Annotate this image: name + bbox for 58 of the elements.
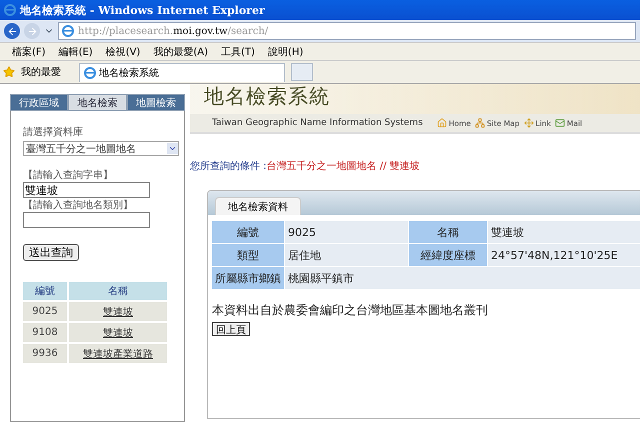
field-value: 9025 [285,221,408,243]
category-label: 【請輸入查詢地名類別】 [23,198,134,212]
back-page-button[interactable]: 回上頁 [212,322,250,336]
site-logo-text: 地名檢索系統 [203,84,331,108]
field-label: 編號 [212,221,284,243]
table-cell: 9025 [23,302,67,321]
arrows-icon [524,118,534,128]
database-label: 請選擇資料庫 [23,126,84,139]
result-link[interactable]: 雙連坡 [103,304,133,318]
sidebar-tab[interactable]: 地圖檢索 [126,94,185,111]
menu-item[interactable]: 說明(H) [268,44,304,58]
menu-item[interactable]: 工具(T) [221,44,255,58]
home-icon [436,118,447,128]
page-icon [62,25,74,37]
column-header: 名稱 [69,282,167,300]
browser-icon [84,66,96,78]
window-title: 地名檢索系統 - Windows Internet Explorer [20,2,265,18]
url-text: http://placesearch.moi.gov.tw/search/ [78,26,268,36]
menu-item[interactable]: 我的最愛(A) [153,44,208,58]
caret-icon [168,144,177,153]
table-cell: 9108 [23,323,67,342]
browser-icon [4,4,16,16]
category-field[interactable] [23,212,150,228]
table-cell: 9936 [23,344,67,363]
forward-icon [26,26,38,36]
menu-item[interactable]: 編輯(E) [58,44,93,58]
query-label: 【請輸入查詢字串】 [23,168,114,182]
favorites-link[interactable]: 我的最愛 [21,65,61,79]
field-label: 類型 [212,244,284,266]
field-value: 24°57'48N,121°10'25E [488,244,640,266]
field-value: 桃園縣平鎮市 [285,267,640,289]
result-link[interactable]: 雙連坡產業道路 [83,346,153,360]
field-label: 經緯度座標 [409,244,487,266]
star-icon[interactable] [3,66,15,78]
menu-item[interactable]: 檔案(F) [12,44,46,58]
result-link[interactable]: 雙連坡 [103,326,133,340]
field-value: 雙連坡 [488,221,640,243]
sitemap-icon [474,118,485,128]
back-icon [6,26,18,36]
sidebar-tab[interactable]: 行政區域 [10,94,68,111]
source-note: 本資料出自於農委會編印之台灣地區基本圖地名叢刊 [212,302,489,319]
database-select[interactable]: 臺灣五千分之一地圖地名 [23,141,179,156]
query-summary-label: 您所查詢的條件 : [190,160,267,173]
field-label: 名稱 [409,221,487,243]
submit-button[interactable]: 送出查詢 [23,244,79,261]
card-tab[interactable]: 地名檢索資料 [215,197,301,215]
query-field[interactable]: 雙連坡 [23,182,150,198]
address-field[interactable]: http://placesearch.moi.gov.tw/search/ [58,22,636,40]
menu-item[interactable]: 檢視(V) [106,44,140,58]
browser-tab[interactable]: 地名檢索系統 [79,62,285,82]
site-subtitle: Taiwan Geographic Name Information Systems [212,118,423,128]
query-summary-value: 台灣五千分之一地圖地名 // 雙連坡 [266,160,420,173]
mail-icon [554,118,565,128]
sidebar-tab[interactable]: 地名檢索 [68,94,127,111]
back-button[interactable] [4,23,20,39]
column-header: 編號 [23,282,67,300]
field-value: 居住地 [285,244,408,266]
field-label: 所屬縣市鄉鎮 [212,267,284,289]
